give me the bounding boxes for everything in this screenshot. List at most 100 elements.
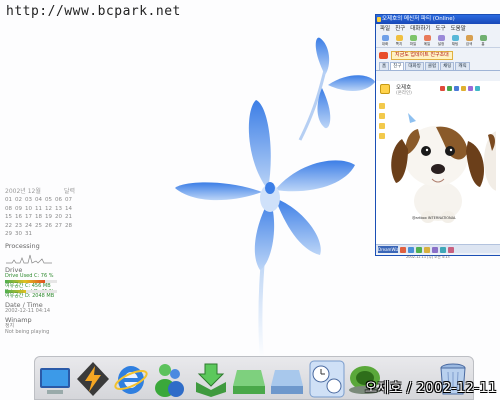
flower-wallpaper-illustration <box>175 37 375 360</box>
drive-icon[interactable] <box>231 360 267 398</box>
calendar-day[interactable]: 18 <box>35 214 45 220</box>
calendar-day[interactable]: 08 <box>5 206 15 212</box>
menu-help[interactable]: 도움말 <box>451 24 466 34</box>
calendar-day[interactable]: 22 <box>5 223 15 229</box>
clock-settings-icon[interactable] <box>309 360 345 398</box>
toolbar-note-button[interactable]: 쪽지 <box>393 35 405 47</box>
group-icon-2[interactable] <box>379 113 385 119</box>
avatar <box>380 84 390 94</box>
calendar-day[interactable]: 13 <box>55 206 65 212</box>
calendar-day[interactable]: 06 <box>55 197 65 203</box>
tab-friends[interactable]: 친구 <box>390 62 405 70</box>
friend-group-icons <box>379 103 385 139</box>
calendar-month-title: 2002년 12월 <box>5 188 41 195</box>
image-caption: @artbox INTERNATIONAL <box>412 216 456 220</box>
bottom-icon-6[interactable] <box>440 246 446 253</box>
tab-club[interactable]: 클럽 <box>424 62 440 70</box>
processing-title: Processing <box>5 242 40 250</box>
toolbar-search-button[interactable]: 검색 <box>463 35 475 47</box>
desktop: http://www.bcpark.net 2002년 12월 달력 01 02 0… <box>0 0 500 400</box>
winamp-track: Not being playing <box>5 329 50 335</box>
calendar-day[interactable]: 23 <box>15 223 25 229</box>
calendar-day[interactable]: 07 <box>65 197 75 203</box>
bottom-icon-4[interactable] <box>424 246 430 253</box>
group-icon-4[interactable] <box>379 133 385 139</box>
calendar-grid: 01 02 03 04 05 06 07 08 09 10 11 12 13 14 15 16 17 18 19 20… <box>5 197 75 237</box>
status-icon-3[interactable] <box>454 86 459 91</box>
calendar-day[interactable]: 24 <box>25 223 35 229</box>
tab-chatroom[interactable]: 대화방 <box>405 62 424 70</box>
messenger-bottombar: DreamWiz <box>376 244 500 253</box>
menu-friends[interactable]: 친구 <box>395 24 405 34</box>
dreamwiz-logo[interactable]: DreamWiz <box>378 246 399 253</box>
bottom-icon-2[interactable] <box>408 246 414 253</box>
messenger-titlebar[interactable]: 오제호의 메신저 파티 (Online) <box>376 15 500 24</box>
messenger-icon[interactable] <box>151 360 187 398</box>
menu-chat[interactable]: 대화하기 <box>410 24 430 34</box>
calendar-day[interactable]: 04 <box>35 197 45 203</box>
toolbar-mail-button[interactable]: 메일 <box>421 35 433 47</box>
processing-graph <box>6 254 52 264</box>
status-icon-6[interactable] <box>475 86 480 91</box>
watermark-url: http://www.bcpark.net <box>6 4 181 19</box>
toolbar-chat-button[interactable]: 대화 <box>379 35 391 47</box>
calendar-day[interactable]: 12 <box>45 206 55 212</box>
tab-chat[interactable]: 채팅 <box>440 62 455 70</box>
tab-character[interactable]: 캐릭 <box>455 62 470 70</box>
internet-explorer-icon[interactable] <box>113 360 149 398</box>
calendar-day[interactable]: 09 <box>15 206 25 212</box>
status-icon-4[interactable] <box>461 86 466 91</box>
calendar-day[interactable]: 17 <box>25 214 35 220</box>
calendar-day[interactable]: 11 <box>35 206 45 212</box>
toolbar-settings-button[interactable]: 설정 <box>435 35 447 47</box>
messenger-title: 오제호의 메신저 파티 (Online) <box>382 16 455 22</box>
bottom-icon-1[interactable] <box>400 246 406 253</box>
calendar-day[interactable]: 31 <box>25 231 35 237</box>
toolbar-chatroom-button[interactable]: 채팅 <box>449 35 461 47</box>
calendar-day[interactable]: 28 <box>65 223 75 229</box>
bottom-icon-7[interactable] <box>448 246 454 253</box>
search-icon <box>465 35 473 41</box>
file-icon <box>409 35 417 41</box>
menu-file[interactable]: 파일 <box>380 24 390 34</box>
calendar-day[interactable]: 19 <box>45 214 55 220</box>
calendar-day[interactable]: 15 <box>5 214 15 220</box>
my-computer-icon[interactable] <box>37 360 73 398</box>
calendar-day[interactable]: 02 <box>15 197 25 203</box>
status-icons <box>440 86 480 91</box>
calendar-day[interactable]: 25 <box>35 223 45 229</box>
winamp-icon[interactable] <box>75 360 111 398</box>
status-icon-5[interactable] <box>468 86 473 91</box>
menu-tools[interactable]: 도구 <box>436 24 446 34</box>
promo-badge-icon <box>379 51 388 59</box>
calendar-day[interactable]: 30 <box>15 231 25 237</box>
calendar-day[interactable]: 05 <box>45 197 55 203</box>
drive-2-icon[interactable] <box>269 360 305 398</box>
group-icon-3[interactable] <box>379 123 385 129</box>
promo-banner[interactable]: 지금도 업데이트 친구초대 <box>379 50 497 60</box>
calendar-day[interactable]: 21 <box>65 214 75 220</box>
bottom-icon-5[interactable] <box>432 246 438 253</box>
calendar-day[interactable]: 14 <box>65 206 75 212</box>
download-folder-icon[interactable] <box>193 360 229 398</box>
calendar-day[interactable]: 27 <box>55 223 65 229</box>
my-status-row[interactable]: 오제호 (온라인) <box>378 82 498 100</box>
dock-user-datetime-label: 오제호 / 2002-12-11 04:14:40 <box>365 381 500 396</box>
calendar-day[interactable]: 03 <box>25 197 35 203</box>
status-icon-2[interactable] <box>447 86 452 91</box>
gear-icon <box>437 35 445 41</box>
group-icon-1[interactable] <box>379 103 385 109</box>
toolbar-file-button[interactable]: 파일 <box>407 35 419 47</box>
calendar-day[interactable]: 26 <box>45 223 55 229</box>
calendar-day[interactable]: 20 <box>55 214 65 220</box>
calendar-day[interactable]: 16 <box>15 214 25 220</box>
messenger-window[interactable]: 오제호의 메신저 파티 (Online) 파일 친구 대화하기 도구 도움말 대… <box>375 14 500 259</box>
calendar-day[interactable]: 10 <box>25 206 35 212</box>
status-icon-1[interactable] <box>440 86 445 91</box>
bottom-icon-3[interactable] <box>416 246 422 253</box>
tab-home[interactable]: 홈 <box>379 62 390 70</box>
promo-text: 지금도 업데이트 친구초대 <box>391 50 453 60</box>
calendar-day[interactable]: 01 <box>5 197 15 203</box>
toolbar-home-button[interactable]: 홈 <box>477 35 489 47</box>
calendar-day[interactable]: 29 <box>5 231 15 237</box>
